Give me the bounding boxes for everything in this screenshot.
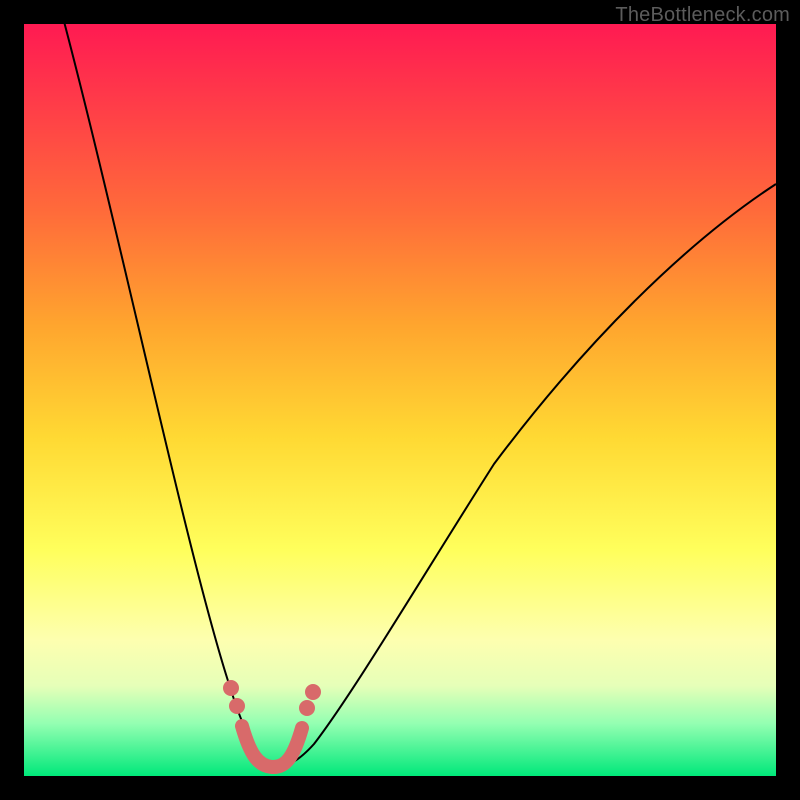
chart-frame [24,24,776,776]
marker-dot-left-lower [229,698,245,714]
bottleneck-chart [24,24,776,776]
marker-dot-right-upper [299,700,315,716]
watermark-text: TheBottleneck.com [615,4,790,27]
optimal-range-marker [242,726,302,767]
bottleneck-curve-line [54,24,776,766]
marker-dot-right-lower [305,684,321,700]
marker-dot-left-upper [223,680,239,696]
